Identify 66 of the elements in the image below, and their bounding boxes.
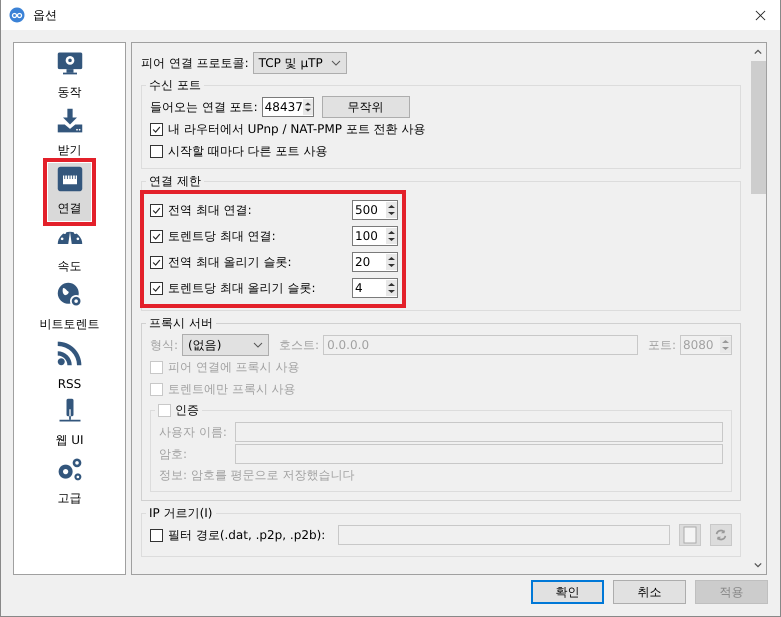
checkbox[interactable] (150, 144, 163, 158)
username-label: 사용자 이름: (159, 424, 228, 440)
scrollbar-thumb[interactable] (750, 61, 766, 194)
group-title: IP 거르기(I) (148, 505, 214, 522)
filter-path-field[interactable] (338, 525, 670, 545)
limit-spinbox[interactable]: 4 (352, 278, 398, 298)
sidebar-item[interactable]: 비트토렌트 (40, 279, 100, 337)
type-label: 형식: (150, 336, 178, 354)
scroll-up-icon[interactable] (754, 49, 762, 55)
refresh-icon (714, 528, 728, 542)
option-label: 피어 연결에 프록시 사용 (168, 358, 300, 376)
spin-arrows-icon (386, 228, 397, 244)
limit-label: 전역 최대 올리기 슬롯: (168, 254, 292, 270)
limit-label: 전역 최대 연결: (168, 202, 253, 218)
sidebar-item[interactable]: 고급 (48, 453, 91, 511)
host-label: 호스트: (279, 336, 320, 354)
dialog-button[interactable]: 확인 (531, 580, 604, 604)
window-title: 옵션 (33, 6, 57, 24)
group-title: 프록시 서버 (148, 315, 214, 332)
checkbox[interactable] (150, 282, 163, 294)
group-title: 수신 포트 (148, 77, 202, 94)
limit-label: 토렌트당 최대 연결: (168, 228, 277, 244)
spin-arrows-icon (720, 337, 731, 353)
spin-arrows-icon (386, 202, 397, 218)
caret-icon (330, 60, 341, 66)
group-title: 연결 제한 (148, 173, 202, 190)
file-icon (683, 526, 697, 544)
filter-label: 필터 경로(.dat, .p2p, .p2b): (168, 526, 326, 544)
spin-arrows-icon (302, 99, 313, 115)
checkbox[interactable] (150, 122, 163, 136)
protocol-dropdown[interactable]: TCP 및 µTP (252, 52, 347, 74)
dialog-button[interactable]: 취소 (613, 580, 686, 604)
protocol-label: 피어 연결 프로토콜: (141, 54, 249, 72)
sidebar-item[interactable]: 받기 (48, 105, 91, 163)
sidebar-item[interactable]: 연결 (48, 163, 91, 221)
sidebar-item[interactable]: 동작 (48, 47, 91, 105)
port-label: 들어오는 연결 포트: (150, 98, 258, 116)
sidebar-item[interactable]: RSS (48, 337, 91, 395)
option-label: 토렌트에만 프록시 사용 (168, 380, 296, 398)
sidebar-item[interactable]: 웹 UI (48, 395, 91, 453)
info-text: 정보: 암호를 평문으로 저장했습니다 (159, 466, 354, 484)
password-label: 암호: (159, 446, 188, 462)
port-spinbox[interactable]: 48437 (262, 97, 314, 117)
option-label: 시작할 때마다 다른 포트 사용 (168, 142, 328, 160)
download-icon (56, 107, 84, 135)
limit-spinbox[interactable]: 20 (352, 252, 398, 272)
checkbox[interactable] (150, 256, 163, 268)
checkbox[interactable] (150, 528, 163, 542)
close-icon[interactable] (755, 10, 766, 20)
checkbox[interactable] (150, 204, 163, 216)
port-label: 포트: (648, 336, 676, 354)
caret-icon (253, 342, 264, 348)
scroll-down-icon[interactable] (754, 562, 762, 568)
spin-arrows-icon (386, 280, 397, 296)
rss-icon (56, 339, 84, 367)
group-title: 인증 (175, 402, 199, 419)
sidebar-item[interactable]: 속도 (48, 221, 91, 279)
limit-spinbox[interactable]: 100 (352, 226, 398, 246)
limit-spinbox[interactable]: 500 (352, 200, 398, 220)
network-port-icon (56, 165, 84, 193)
app-logo-icon (9, 7, 25, 23)
limit-label: 토렌트당 최대 올리기 슬롯: (168, 280, 316, 296)
checkbox[interactable] (150, 230, 163, 242)
option-label: 내 라우터에서 UPnp / NAT-PMP 포트 전환 사용 (168, 120, 426, 138)
random-button[interactable]: 무작위 (322, 96, 410, 118)
spin-arrows-icon (386, 254, 397, 270)
